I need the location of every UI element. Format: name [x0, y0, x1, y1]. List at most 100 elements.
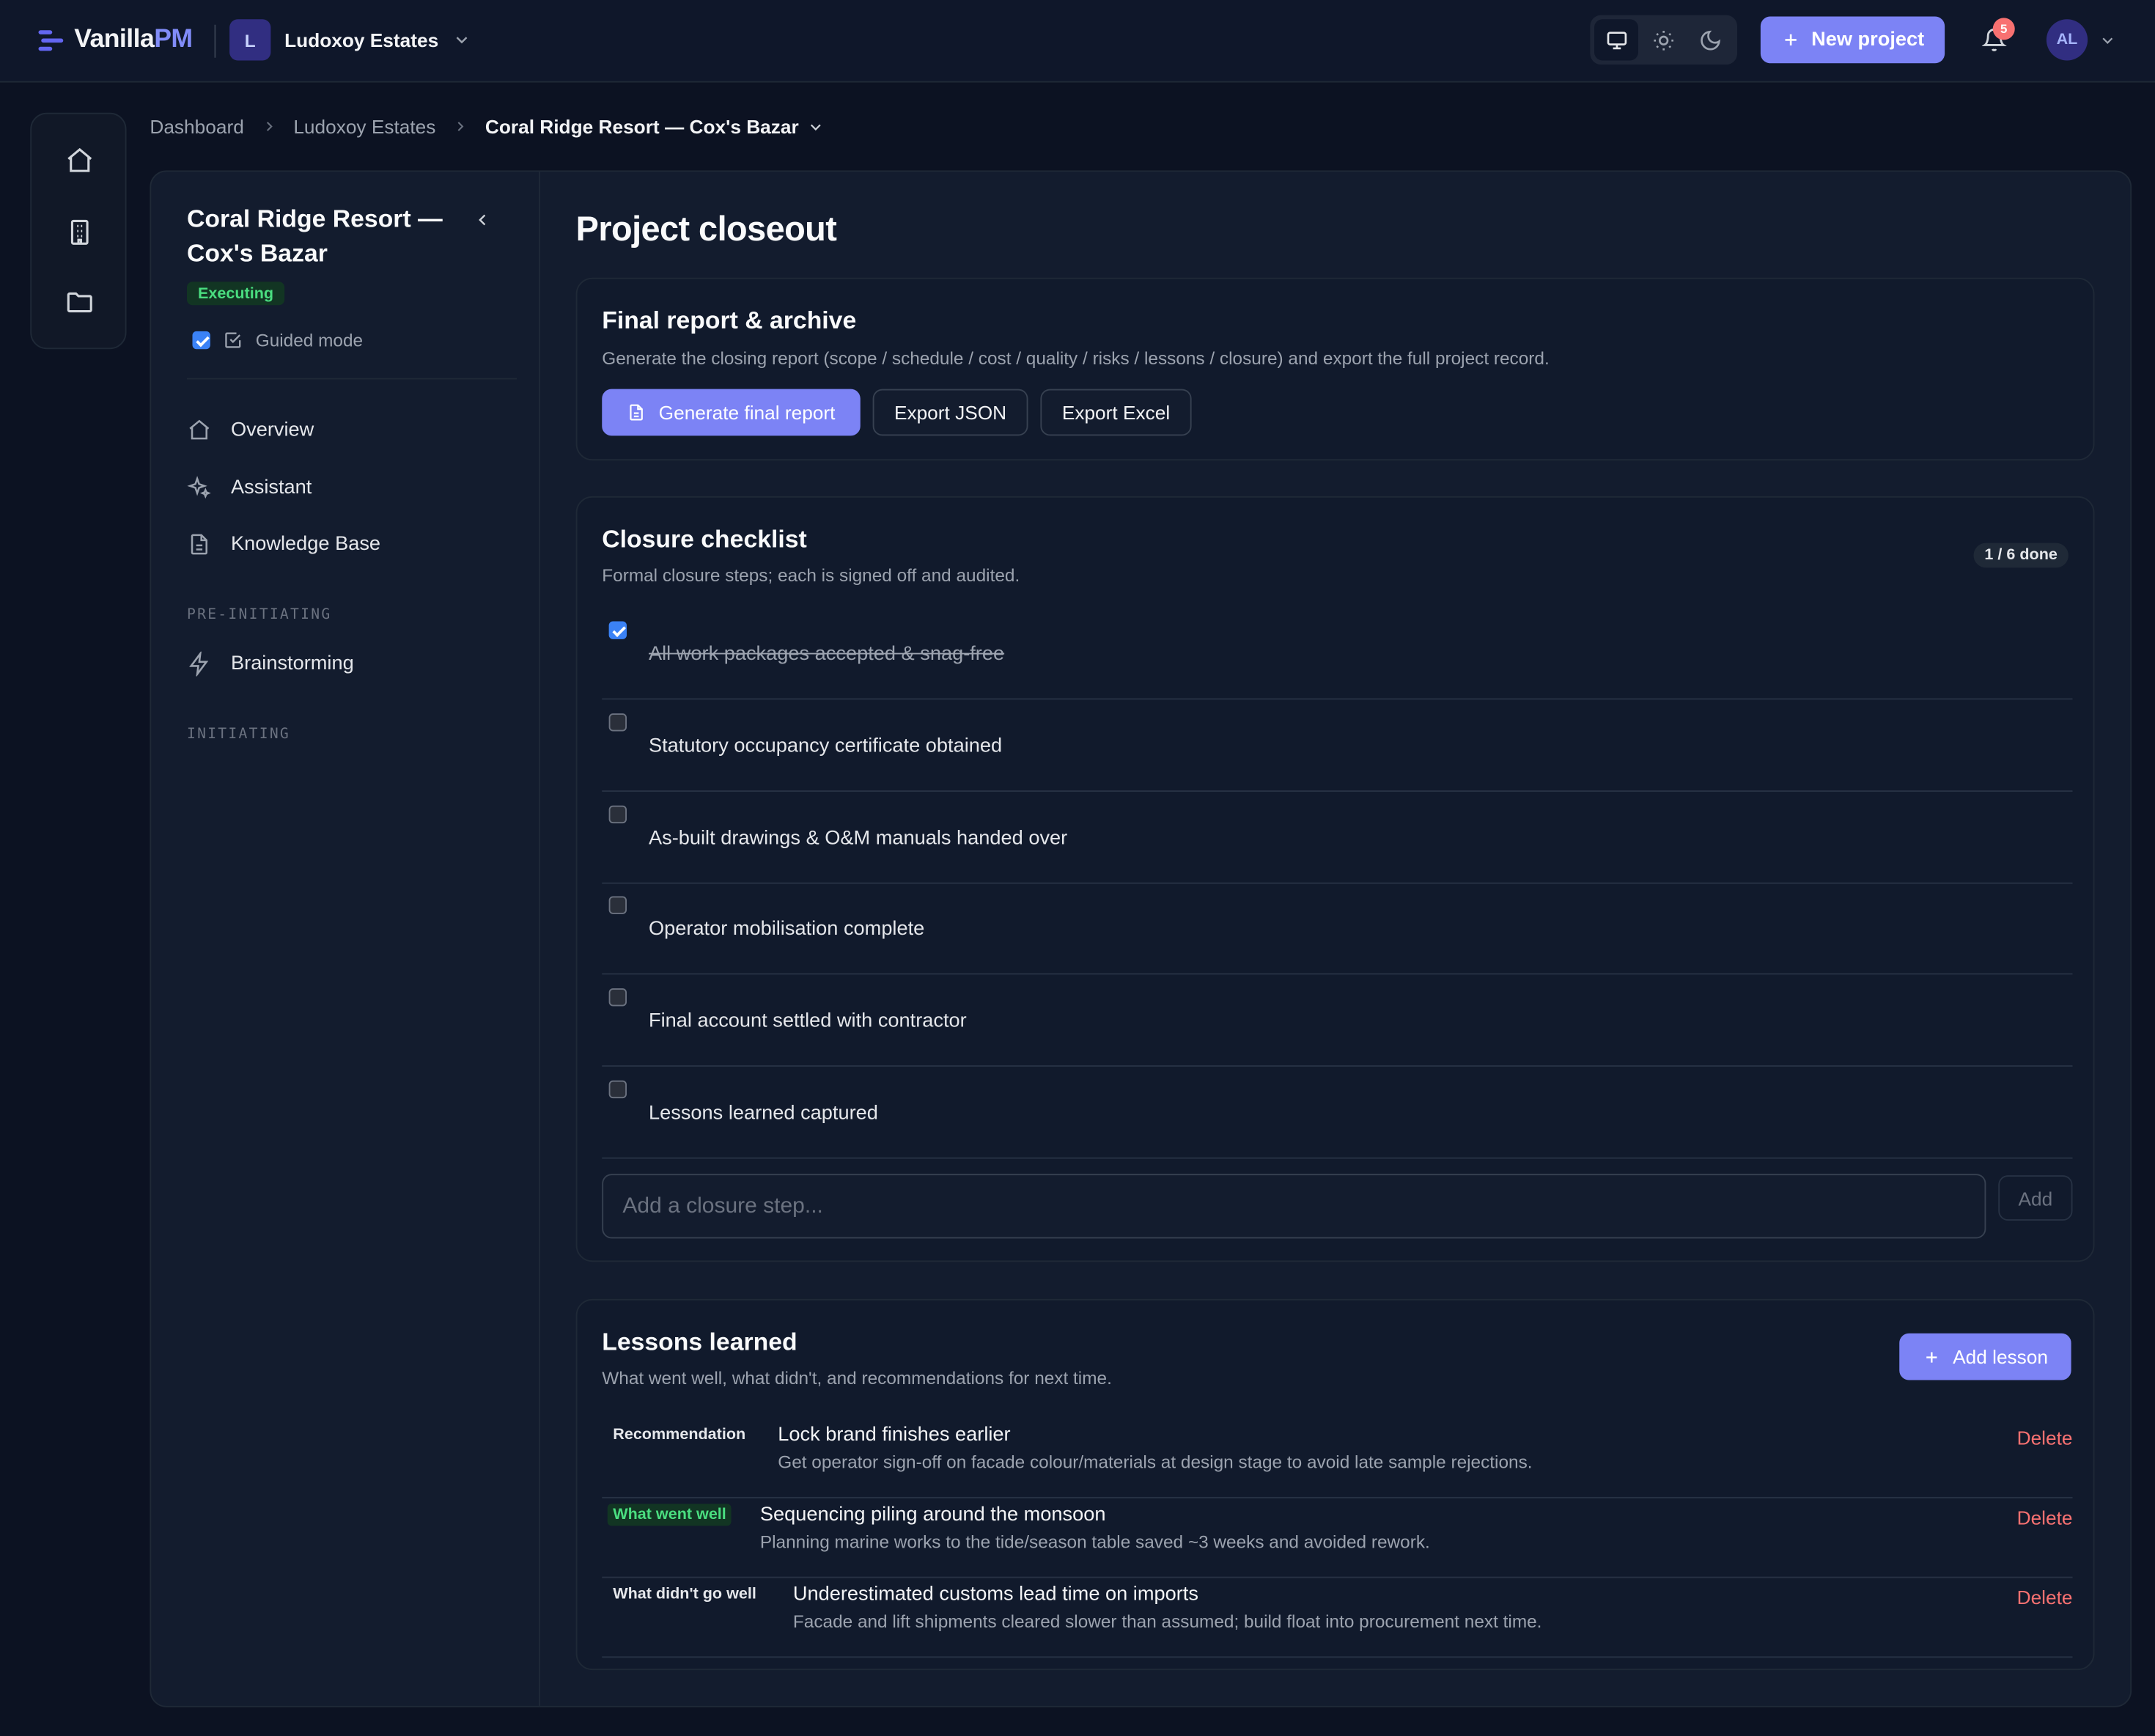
check-square-icon [225, 332, 241, 348]
org-avatar: L [229, 19, 271, 61]
avatar: AL [2046, 19, 2088, 61]
checklist-item: As-built drawings & O&M manuals handed o… [602, 792, 2073, 884]
main-content: Project closeout Final report & archive … [540, 172, 2130, 1706]
breadcrumb-org[interactable]: Ludoxoy Estates [293, 116, 435, 138]
building-icon [70, 219, 89, 245]
home-icon [67, 147, 92, 172]
chevron-down-icon [811, 123, 822, 130]
progress-badge: 1 / 6 done [1973, 542, 2069, 568]
divider [214, 24, 216, 58]
brand-name: VanillaPM [74, 24, 193, 54]
export-json-button[interactable]: Export JSON [872, 389, 1028, 436]
theme-dark-button[interactable] [1688, 19, 1732, 60]
rail-home-button[interactable] [65, 146, 95, 176]
home-icon [189, 419, 210, 440]
checklist-checkbox[interactable] [608, 805, 627, 824]
chevron-down-icon [456, 37, 468, 44]
document-icon [630, 404, 644, 421]
checklist-item-label: Operator mobilisation complete [649, 918, 925, 941]
user-menu[interactable]: AL [2046, 19, 2117, 61]
lesson-item: Recommendation Lock brand finishes earli… [602, 1419, 2073, 1498]
breadcrumb-dashboard[interactable]: Dashboard [150, 116, 243, 138]
page-title: Project closeout [575, 210, 837, 249]
rail-projects-button[interactable] [65, 287, 95, 317]
add-closure-step-button[interactable]: Add [1998, 1175, 2073, 1221]
checklist-item: Lessons learned captured [602, 1067, 2073, 1159]
card-title: Final report & archive [602, 306, 857, 334]
sidebar-item-label: Overview [231, 419, 314, 441]
app-logo[interactable]: VanillaPM [36, 25, 193, 55]
section-title-initiating: INITIATING [187, 726, 291, 743]
collapse-sidebar-button[interactable] [473, 210, 495, 232]
card-title: Lessons learned [602, 1328, 797, 1356]
notification-count-badge: 5 [1992, 18, 2015, 40]
checklist-item-label: Final account settled with contractor [649, 1010, 967, 1033]
checklist-item: Final account settled with contractor [602, 974, 2073, 1067]
checklist-checkbox[interactable] [608, 896, 627, 914]
lesson-item: What went well Sequencing piling around … [602, 1498, 2073, 1578]
checklist-checkbox[interactable] [608, 713, 627, 732]
guided-mode-toggle[interactable]: Guided mode [192, 330, 363, 350]
checklist-item: Statutory occupancy certificate obtained [602, 699, 2073, 792]
card-subtitle: Generate the closing report (scope / sch… [602, 347, 1550, 369]
sidebar-item-brainstorming[interactable]: Brainstorming [187, 651, 354, 677]
chevron-down-icon [2102, 37, 2113, 44]
sidebar-item-overview[interactable]: Overview [187, 418, 314, 443]
theme-light-button[interactable] [1641, 19, 1685, 60]
top-bar: VanillaPM L Ludoxoy Estates New project [0, 0, 2155, 83]
rail-buildings-button[interactable] [65, 217, 95, 247]
add-closure-step-input[interactable]: Add a closure step... [602, 1174, 1986, 1239]
delete-lesson-button[interactable]: Delete [2017, 1427, 2073, 1449]
checklist-checkbox[interactable] [608, 1080, 627, 1099]
project-sidebar: Coral Ridge Resort — Cox's Bazar Executi… [151, 172, 540, 1706]
org-switcher[interactable]: L Ludoxoy Estates [229, 19, 471, 61]
guided-mode-checkbox[interactable] [192, 331, 210, 350]
theme-system-button[interactable] [1594, 19, 1638, 61]
lesson-tag: What went well [607, 1504, 732, 1526]
generate-final-report-button[interactable]: Generate final report [602, 389, 861, 436]
theme-switcher [1590, 15, 1737, 65]
lesson-title: Underestimated customs lead time on impo… [792, 1584, 1198, 1606]
monitor-icon [1606, 31, 1627, 49]
app-rail [30, 112, 127, 350]
document-icon [191, 534, 207, 555]
project-title: Coral Ridge Resort — Cox's Bazar [187, 205, 443, 267]
export-excel-button[interactable]: Export Excel [1040, 389, 1192, 436]
org-name: Ludoxoy Estates [284, 29, 439, 51]
checklist-checkbox[interactable] [608, 621, 627, 639]
sidebar-item-assistant[interactable]: Assistant [187, 476, 312, 501]
breadcrumb: Dashboard Ludoxoy Estates Coral Ridge Re… [150, 116, 825, 138]
checklist-item-label: All work packages accepted & snag-free [649, 643, 1005, 666]
closure-checklist-card: Closure checklist Formal closure steps; … [575, 496, 2095, 1262]
lessons-learned-card: Lessons learned What went well, what did… [575, 1298, 2095, 1671]
sidebar-item-label: Brainstorming [231, 652, 354, 675]
logo-icon [36, 26, 64, 54]
lesson-description: Planning marine works to the tide/season… [759, 1531, 1430, 1552]
lesson-description: Facade and lift shipments cleared slower… [792, 1611, 1542, 1632]
chevron-right-icon [266, 122, 272, 131]
sidebar-item-label: Assistant [231, 477, 312, 499]
checklist-item-label: As-built drawings & O&M manuals handed o… [649, 827, 1068, 850]
plus-icon [1785, 34, 1797, 46]
moon-icon [1700, 29, 1720, 50]
sun-icon [1653, 30, 1673, 50]
section-title-pre-initiating: PRE-INITIATING [187, 606, 332, 623]
card-title: Closure checklist [602, 525, 807, 553]
sparkles-icon [187, 476, 211, 499]
sidebar-item-knowledge-base[interactable]: Knowledge Base [187, 532, 380, 557]
breadcrumb-current-project[interactable]: Coral Ridge Resort — Cox's Bazar [485, 116, 825, 138]
delete-lesson-button[interactable]: Delete [2017, 1507, 2073, 1529]
folder-icon [67, 292, 92, 313]
sidebar-item-label: Knowledge Base [231, 533, 381, 556]
card-subtitle: Formal closure steps; each is signed off… [602, 564, 1020, 586]
lesson-title: Sequencing piling around the monsoon [759, 1504, 1106, 1526]
checklist-item: Operator mobilisation complete [602, 883, 2073, 975]
delete-lesson-button[interactable]: Delete [2017, 1586, 2073, 1608]
new-project-button[interactable]: New project [1760, 16, 1945, 64]
lesson-item: What didn't go well Underestimated custo… [602, 1578, 2073, 1658]
project-panel: Coral Ridge Resort — Cox's Bazar Executi… [150, 170, 2132, 1707]
checklist-checkbox[interactable] [608, 988, 627, 1007]
chevron-right-icon [457, 122, 464, 131]
card-subtitle: What went well, what didn't, and recomme… [602, 1367, 1112, 1389]
add-lesson-button[interactable]: Add lesson [1899, 1333, 2071, 1380]
